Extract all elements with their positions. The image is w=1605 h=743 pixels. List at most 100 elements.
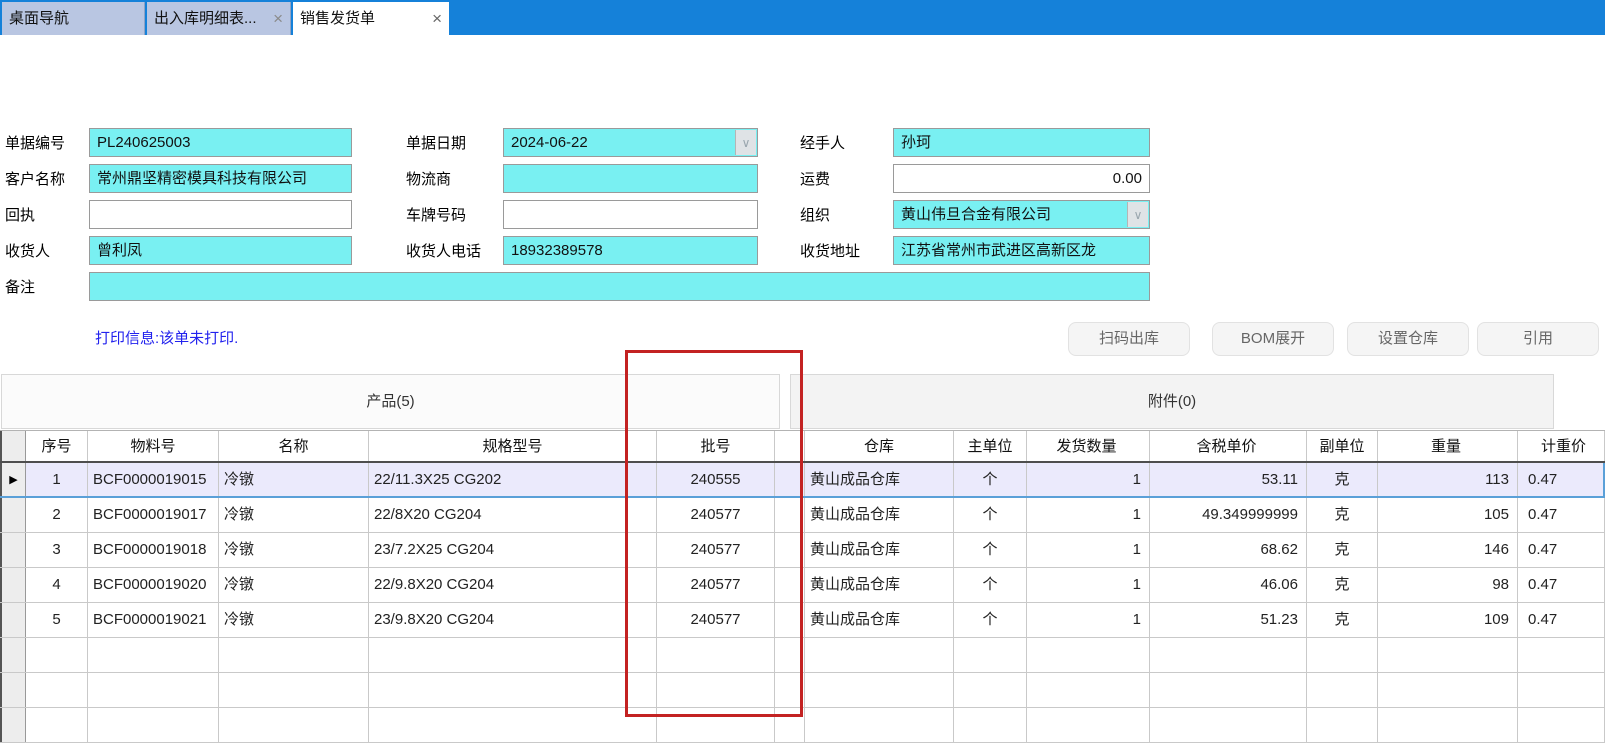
cell[interactable]: BCF0000019018 [88,533,219,567]
cell[interactable] [775,498,805,532]
cell[interactable]: 黄山成品仓库 [805,533,954,567]
cell[interactable]: 98 [1378,568,1518,602]
cell[interactable]: 49.349999999 [1150,498,1307,532]
row-marker-cell[interactable] [0,568,26,602]
close-icon[interactable]: × [432,2,442,35]
cell[interactable]: 个 [954,603,1027,637]
cell[interactable]: 黄山成品仓库 [805,498,954,532]
cell[interactable]: 0.47 [1518,603,1605,637]
cell[interactable]: 0.47 [1518,498,1605,532]
cell[interactable]: 1 [26,463,88,496]
cell[interactable] [775,533,805,567]
header-cell-tax-price[interactable]: 含税单价 [1150,431,1307,461]
cell[interactable]: 克 [1307,533,1378,567]
header-cell-batch-no[interactable]: 批号 [657,431,775,461]
row-marker-icon[interactable]: ▶ [0,463,26,496]
cell[interactable]: 3 [26,533,88,567]
cell[interactable] [775,638,805,672]
chevron-down-icon[interactable]: ∨ [1127,202,1148,227]
bom-expand-button[interactable]: BOM展开 [1212,322,1334,356]
table-row[interactable]: 4BCF0000019020冷镦22/9.8X20 CG204240577黄山成… [0,568,1605,603]
cell[interactable] [1307,638,1378,672]
row-marker-cell[interactable] [0,673,26,707]
doc-date-input[interactable]: 2024-06-22 ∨ [503,128,758,157]
cell[interactable]: 1 [1027,568,1150,602]
cell[interactable]: 克 [1307,498,1378,532]
cell[interactable] [1518,638,1605,672]
header-cell-warehouse[interactable]: 仓库 [805,431,954,461]
table-row[interactable]: 5BCF0000019021冷镦23/9.8X20 CG204240577黄山成… [0,603,1605,638]
cell[interactable] [657,638,775,672]
cell[interactable]: 克 [1307,463,1378,496]
cell[interactable]: 冷镦 [219,498,369,532]
table-row[interactable]: ▶1BCF0000019015冷镦22/11.3X25 CG202240555黄… [0,463,1605,498]
header-cell-main-unit[interactable]: 主单位 [954,431,1027,461]
header-cell-seq[interactable]: 序号 [26,431,88,461]
header-cell-weight-price[interactable]: 计重价 [1518,431,1605,461]
cell[interactable] [369,638,657,672]
cell[interactable] [775,603,805,637]
cell[interactable]: 0.47 [1518,533,1605,567]
cell[interactable] [775,673,805,707]
row-marker-cell[interactable] [0,498,26,532]
tab-attachments[interactable]: 附件(0) [790,374,1554,429]
close-icon[interactable]: × [273,2,283,35]
cell[interactable]: 109 [1378,603,1518,637]
chevron-down-icon[interactable]: ∨ [735,130,756,155]
reference-button[interactable]: 引用 [1477,322,1599,356]
address-input[interactable]: 江苏省常州市武进区高新区龙 [893,236,1150,265]
cell[interactable] [775,463,805,496]
row-marker-cell[interactable] [0,533,26,567]
cell[interactable]: 53.11 [1150,463,1307,496]
cell[interactable]: 克 [1307,603,1378,637]
cell[interactable]: 冷镦 [219,463,369,496]
receipt-input[interactable] [89,200,352,229]
cell[interactable]: 5 [26,603,88,637]
cell[interactable] [1150,638,1307,672]
cell[interactable]: 冷镦 [219,603,369,637]
header-cell-material-no[interactable]: 物料号 [88,431,219,461]
cell[interactable]: 240577 [657,568,775,602]
table-row[interactable]: 2BCF0000019017冷镦22/8X20 CG204240577黄山成品仓… [0,498,1605,533]
cell[interactable]: 240577 [657,533,775,567]
doc-no-input[interactable]: PL240625003 [89,128,352,157]
cell[interactable]: 黄山成品仓库 [805,568,954,602]
cell[interactable] [26,638,88,672]
cell[interactable]: 克 [1307,568,1378,602]
cell[interactable]: 个 [954,568,1027,602]
cell[interactable]: 1 [1027,533,1150,567]
table-row[interactable]: 3BCF0000019018冷镦23/7.2X25 CG204240577 黄山成… [0,533,1605,568]
cell[interactable] [26,673,88,707]
cell[interactable]: 冷镦 [219,533,369,567]
header-cell-weight[interactable]: 重量 [1378,431,1518,461]
organization-select[interactable]: 黄山伟旦合金有限公司 ∨ [893,200,1150,229]
cell[interactable]: 0.47 [1518,463,1605,496]
cell[interactable]: BCF0000019015 [88,463,219,496]
customer-input[interactable]: 常州鼎坚精密模具科技有限公司 [89,164,352,193]
header-cell-name[interactable]: 名称 [219,431,369,461]
cell[interactable]: 240577 [657,498,775,532]
tab-products[interactable]: 产品(5) [1,374,780,429]
cell[interactable]: 1 [1027,603,1150,637]
cell[interactable]: 黄山成品仓库 [805,603,954,637]
window-tab-inventory-detail[interactable]: 出入库明细表... × [147,2,291,35]
cell[interactable] [775,568,805,602]
cell[interactable]: 68.62 [1150,533,1307,567]
set-warehouse-button[interactable]: 设置仓库 [1347,322,1469,356]
cell[interactable]: BCF0000019021 [88,603,219,637]
cell[interactable]: 22/11.3X25 CG202 [369,463,657,496]
cell[interactable] [88,638,219,672]
cell[interactable] [369,673,657,707]
cell[interactable] [954,638,1027,672]
logistics-input[interactable] [503,164,758,193]
cell[interactable]: 23/7.2X25 CG204 [369,533,657,567]
cell[interactable] [219,673,369,707]
cell[interactable]: 个 [954,533,1027,567]
cell[interactable]: 1 [1027,498,1150,532]
row-marker-cell[interactable] [0,603,26,637]
cell[interactable] [1378,673,1518,707]
cell[interactable] [1378,638,1518,672]
freight-input[interactable]: 0.00 [893,164,1150,193]
cell[interactable]: 冷镦 [219,568,369,602]
cell[interactable] [1150,673,1307,707]
